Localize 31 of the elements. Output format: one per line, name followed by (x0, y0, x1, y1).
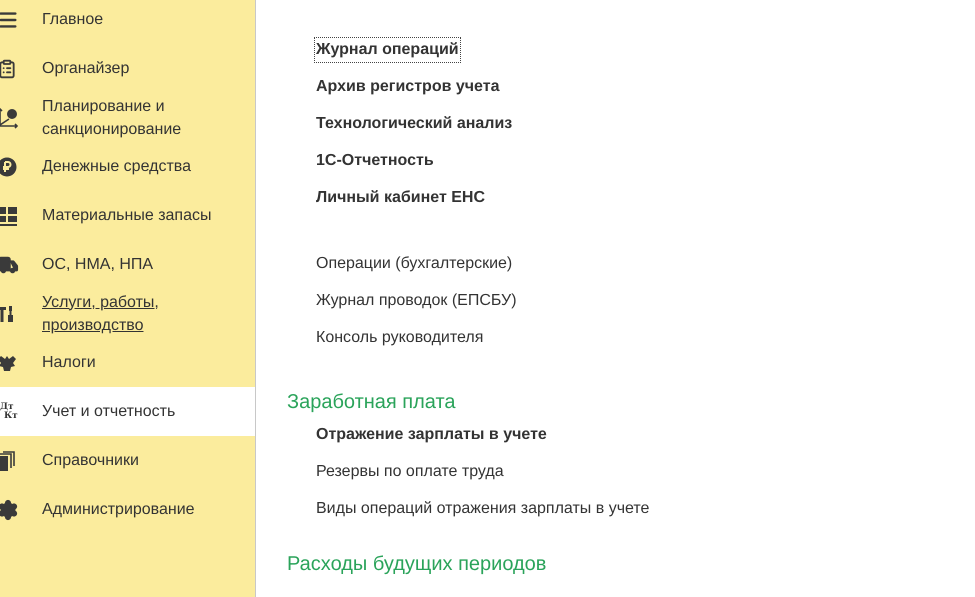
menu-link[interactable]: Консоль руководителя (314, 325, 486, 351)
clipboard-icon (0, 58, 17, 78)
grid-icon (0, 206, 17, 226)
menu-link[interactable]: Журнал проводок (ЕПСБУ) (314, 288, 519, 314)
menu-link[interactable]: Отражение зарплаты в учете (314, 422, 549, 448)
sidebar-item[interactable]: Дт Кт Учет и отчетность (0, 387, 255, 436)
sidebar-item[interactable]: Планирование и санкционирование (0, 93, 255, 142)
menu-link[interactable]: Архив регистров учета (314, 74, 502, 100)
menu-link[interactable]: 1С-Отчетность (314, 148, 436, 174)
menu-link[interactable]: Виды операций отражения зарплаты в учете (314, 496, 652, 522)
tools-icon (0, 304, 15, 322)
sidebar-item[interactable]: Справочники (0, 436, 255, 485)
sidebar-item[interactable]: ОС, НМА, НПА (0, 240, 255, 289)
settings-icon (0, 498, 19, 520)
debit-credit-icon: Дт Кт (0, 402, 18, 420)
sidebar-item[interactable]: Материальные запасы (0, 191, 255, 240)
sidebar-item[interactable]: Денежные средства (0, 142, 255, 191)
menu-link[interactable]: Личный кабинет ЕНС (314, 185, 487, 211)
sidebar-item[interactable]: Администрирование (0, 485, 255, 534)
section-title: Заработная плата (287, 390, 457, 414)
sidebar-item[interactable]: Услуги, работы, производство (0, 289, 255, 338)
sidebar-item[interactable]: Органайзер (0, 44, 255, 93)
documents-icon (0, 450, 15, 470)
sidebar-item[interactable]: Налоги (0, 338, 255, 387)
menu-link[interactable]: Резервы по оплате труда (314, 459, 506, 485)
menu-link[interactable]: Операции (бухгалтерские) (314, 251, 514, 277)
section-title: Расходы будущих периодов (287, 552, 548, 576)
menu-link[interactable]: Технологический анализ (314, 111, 514, 137)
sidebar-item[interactable]: Главное (0, 0, 255, 44)
menu-link[interactable]: Журнал операций (314, 37, 461, 63)
chart-icon (0, 106, 19, 128)
